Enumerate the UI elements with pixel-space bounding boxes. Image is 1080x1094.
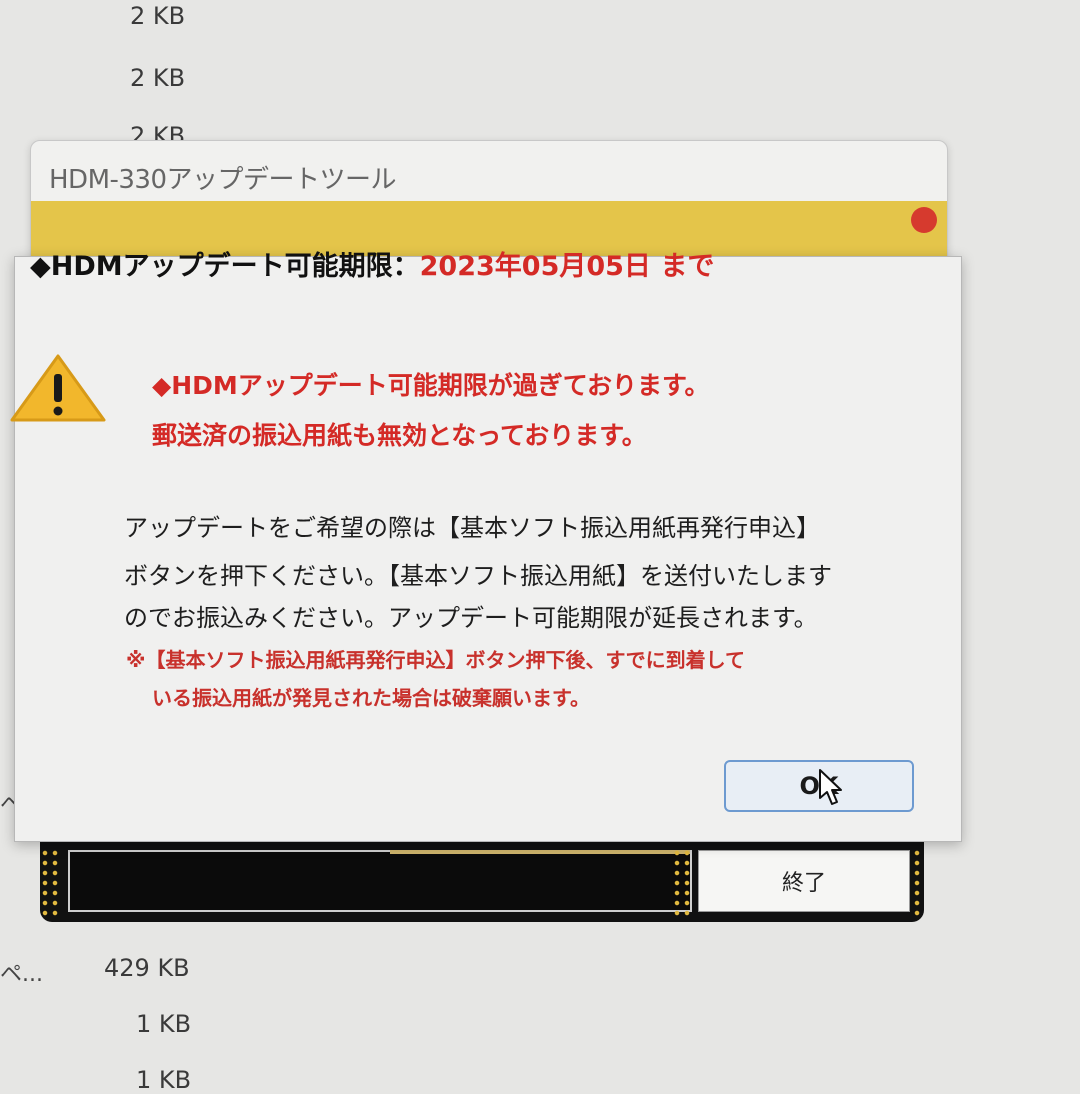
progress-line xyxy=(390,850,690,854)
update-deadline: ◆HDMアップデート可能期限：2023年05月05日 まで xyxy=(30,244,714,283)
body-line-1: アップデートをご希望の際は【基本ソフト振込用紙再発行申込】 xyxy=(124,514,820,542)
note-line-2: いる振込用紙が発見された場合は破棄願います。 xyxy=(152,686,590,710)
note-line-1: ※【基本ソフト振込用紙再発行申込】ボタン押下後、すでに到着して xyxy=(126,648,746,672)
decorative-dots xyxy=(40,848,62,916)
exit-button[interactable]: 終了 xyxy=(698,850,910,912)
file-size: 2 KB xyxy=(130,122,186,140)
warning-icon xyxy=(10,354,106,422)
decorative-dots xyxy=(912,848,924,916)
window-title: HDM-330アップデートツール xyxy=(49,165,397,195)
close-icon[interactable] xyxy=(911,207,937,233)
mouse-cursor-icon xyxy=(819,769,842,805)
warning-line-2: 郵送済の振込用紙も無効となっております。 xyxy=(152,421,647,450)
progress-panel xyxy=(68,850,692,912)
body-line-2: ボタンを押下ください。【基本ソフト振込用紙】を送付いたします xyxy=(124,562,832,590)
warning-line-1: ◆HDMアップデート可能期限が過ぎております。 xyxy=(152,371,710,400)
file-size: 1 KB xyxy=(136,1066,192,1094)
body-line-3: のでお振込みください。アップデート可能期限が延長されます。 xyxy=(124,604,818,632)
decorative-dots xyxy=(672,848,694,916)
file-size: 429 KB xyxy=(104,954,190,982)
file-size: 2 KB xyxy=(130,64,186,92)
tool-footer-panel: 終了 xyxy=(40,842,924,922)
file-size: 2 KB xyxy=(130,2,186,30)
message-dialog xyxy=(14,256,962,842)
file-size: 1 KB xyxy=(136,1010,192,1038)
deadline-label: ◆HDMアップデート可能期限： xyxy=(30,251,420,282)
file-name-truncated: ペ... xyxy=(0,962,43,987)
deadline-date: 2023年05月05日 まで xyxy=(419,251,715,282)
